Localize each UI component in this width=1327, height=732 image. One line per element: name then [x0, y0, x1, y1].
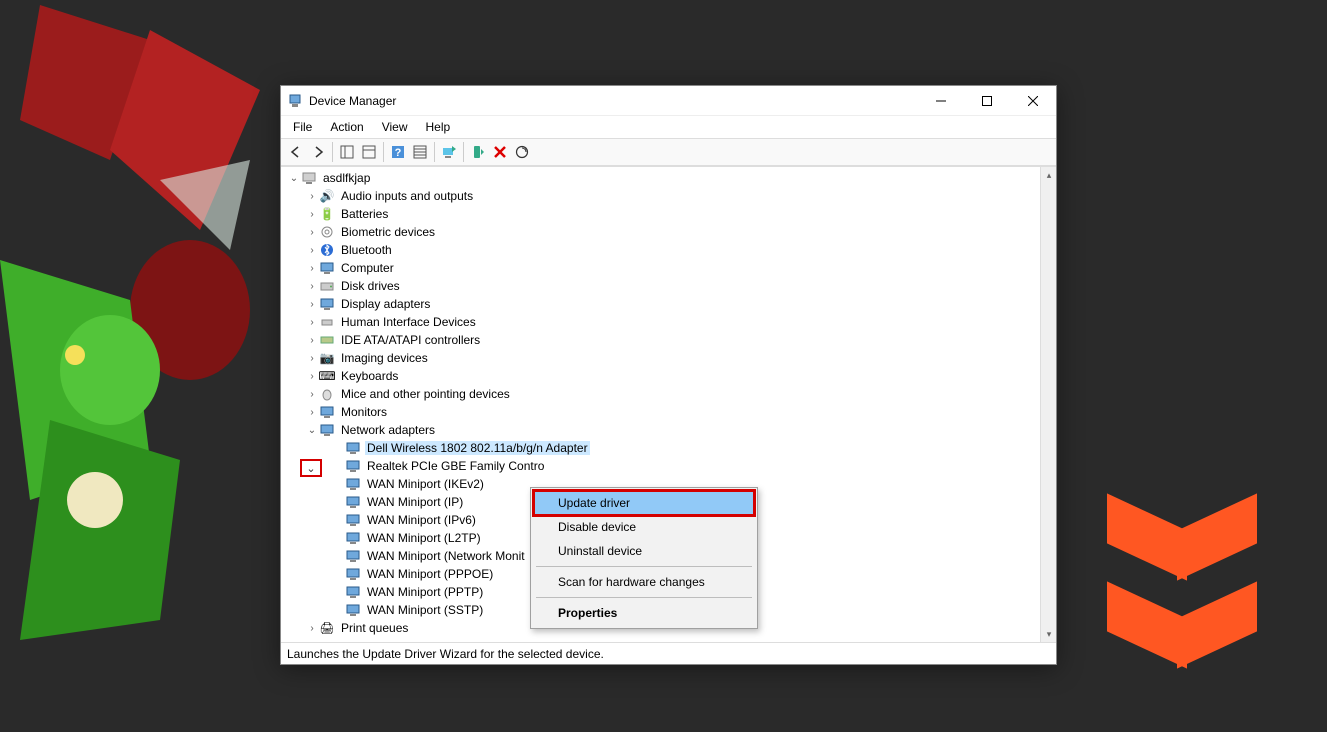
ide-icon	[319, 332, 335, 348]
expand-icon[interactable]: ›	[305, 281, 319, 292]
expand-icon[interactable]: ›	[305, 299, 319, 310]
statusbar: Launches the Update Driver Wizard for th…	[281, 642, 1056, 664]
network-adapter-icon	[345, 530, 361, 546]
tree-item-ide[interactable]: ›IDE ATA/ATAPI controllers	[285, 331, 1040, 349]
expand-icon[interactable]: ›	[305, 389, 319, 400]
tree-item-dell-wireless[interactable]: Dell Wireless 1802 802.11a/b/g/n Adapter	[285, 439, 1040, 457]
monitor-icon	[319, 260, 335, 276]
toolbar-show-hide-tree-button[interactable]	[336, 141, 358, 163]
tree-root-label[interactable]: asdlfkjap	[321, 171, 372, 185]
svg-text:?: ?	[395, 147, 402, 159]
toolbar: ?	[281, 138, 1056, 166]
expand-icon[interactable]: ›	[305, 245, 319, 256]
expand-icon[interactable]: ›	[305, 317, 319, 328]
tree-item-imaging[interactable]: ›📷Imaging devices	[285, 349, 1040, 367]
tree-item-bluetooth[interactable]: ›Bluetooth	[285, 241, 1040, 259]
context-menu-separator	[536, 566, 752, 567]
expand-icon[interactable]: ›	[305, 371, 319, 382]
network-adapter-icon	[345, 458, 361, 474]
tree-item-realtek[interactable]: Realtek PCIe GBE Family Contro	[285, 457, 1040, 475]
network-icon	[319, 422, 335, 438]
tree-item-network[interactable]: ⌄Network adapters	[285, 421, 1040, 439]
hid-icon	[319, 314, 335, 330]
expand-icon[interactable]: ⌄	[287, 173, 301, 184]
battery-icon: 🔋	[319, 206, 335, 222]
disk-icon	[319, 278, 335, 294]
expand-icon[interactable]: ›	[305, 335, 319, 346]
toolbar-forward-button[interactable]	[307, 141, 329, 163]
printer-icon: 🖨	[319, 620, 335, 636]
menu-file[interactable]: File	[285, 118, 320, 136]
network-adapter-icon	[345, 566, 361, 582]
menu-help[interactable]: Help	[418, 118, 459, 136]
toolbar-scan-button[interactable]	[511, 141, 533, 163]
app-icon	[287, 93, 303, 109]
expand-icon[interactable]: ›	[305, 227, 319, 238]
context-menu-separator	[536, 597, 752, 598]
expand-icon[interactable]: ›	[305, 407, 319, 418]
tree-item-disk[interactable]: ›Disk drives	[285, 277, 1040, 295]
context-menu-disable-device[interactable]: Disable device	[534, 515, 754, 539]
toolbar-enable-button[interactable]	[467, 141, 489, 163]
menu-action[interactable]: Action	[322, 118, 371, 136]
vertical-scrollbar[interactable]: ▴ ▾	[1040, 167, 1056, 642]
toolbar-action-button[interactable]	[409, 141, 431, 163]
annotation-marker-expander: ⌄	[300, 459, 322, 477]
minimize-button[interactable]	[918, 86, 964, 116]
network-adapter-icon	[345, 548, 361, 564]
context-menu-update-driver[interactable]: Update driver	[534, 491, 754, 515]
decorative-creature-art	[0, 0, 290, 680]
menubar: File Action View Help	[281, 116, 1056, 138]
network-adapter-icon	[345, 512, 361, 528]
context-menu-properties[interactable]: Properties	[534, 601, 754, 625]
titlebar: Device Manager	[281, 86, 1056, 116]
tree-item-hid[interactable]: ›Human Interface Devices	[285, 313, 1040, 331]
tree-item-display[interactable]: ›Display adapters	[285, 295, 1040, 313]
speaker-icon: 🔊	[319, 188, 335, 204]
network-adapter-icon	[345, 602, 361, 618]
window-title: Device Manager	[309, 94, 918, 108]
context-menu-scan-hardware[interactable]: Scan for hardware changes	[534, 570, 754, 594]
network-adapter-icon	[345, 476, 361, 492]
expand-icon[interactable]: ›	[305, 263, 319, 274]
display-icon	[319, 296, 335, 312]
tree-item-keyboards[interactable]: ›⌨Keyboards	[285, 367, 1040, 385]
toolbar-back-button[interactable]	[285, 141, 307, 163]
scroll-down-button[interactable]: ▾	[1041, 626, 1056, 642]
expand-icon[interactable]: ›	[305, 623, 319, 634]
expand-icon[interactable]: ›	[305, 209, 319, 220]
camera-icon: 📷	[319, 350, 335, 366]
network-adapter-icon	[345, 440, 361, 456]
tree-item-monitors[interactable]: ›Monitors	[285, 403, 1040, 421]
bluetooth-icon	[319, 242, 335, 258]
computer-icon	[301, 170, 317, 186]
toolbar-update-driver-button[interactable]	[438, 141, 460, 163]
tree-item-mice[interactable]: ›Mice and other pointing devices	[285, 385, 1040, 403]
keyboard-icon: ⌨	[319, 368, 335, 384]
fingerprint-icon	[319, 224, 335, 240]
toolbar-uninstall-button[interactable]	[489, 141, 511, 163]
maximize-button[interactable]	[964, 86, 1010, 116]
tree-root[interactable]: ⌄ asdlfkjap	[285, 169, 1040, 187]
expand-icon[interactable]: ›	[305, 191, 319, 202]
toolbar-help-button[interactable]: ?	[387, 141, 409, 163]
tree-item-computer[interactable]: ›Computer	[285, 259, 1040, 277]
network-adapter-icon	[345, 584, 361, 600]
network-adapter-icon	[345, 494, 361, 510]
tree-item-batteries[interactable]: ›🔋Batteries	[285, 205, 1040, 223]
tree-item-audio[interactable]: ›🔊Audio inputs and outputs	[285, 187, 1040, 205]
collapse-icon[interactable]: ⌄	[305, 425, 319, 436]
monitor-icon	[319, 404, 335, 420]
context-menu: Update driver Disable device Uninstall d…	[530, 487, 758, 629]
context-menu-uninstall-device[interactable]: Uninstall device	[534, 539, 754, 563]
brand-chevrons	[1107, 512, 1267, 712]
statusbar-text: Launches the Update Driver Wizard for th…	[287, 647, 604, 661]
expand-icon[interactable]: ›	[305, 353, 319, 364]
tree-item-biometric[interactable]: ›Biometric devices	[285, 223, 1040, 241]
scroll-up-button[interactable]: ▴	[1041, 167, 1056, 183]
close-button[interactable]	[1010, 86, 1056, 116]
toolbar-properties-button[interactable]	[358, 141, 380, 163]
mouse-icon	[319, 386, 335, 402]
menu-view[interactable]: View	[374, 118, 416, 136]
